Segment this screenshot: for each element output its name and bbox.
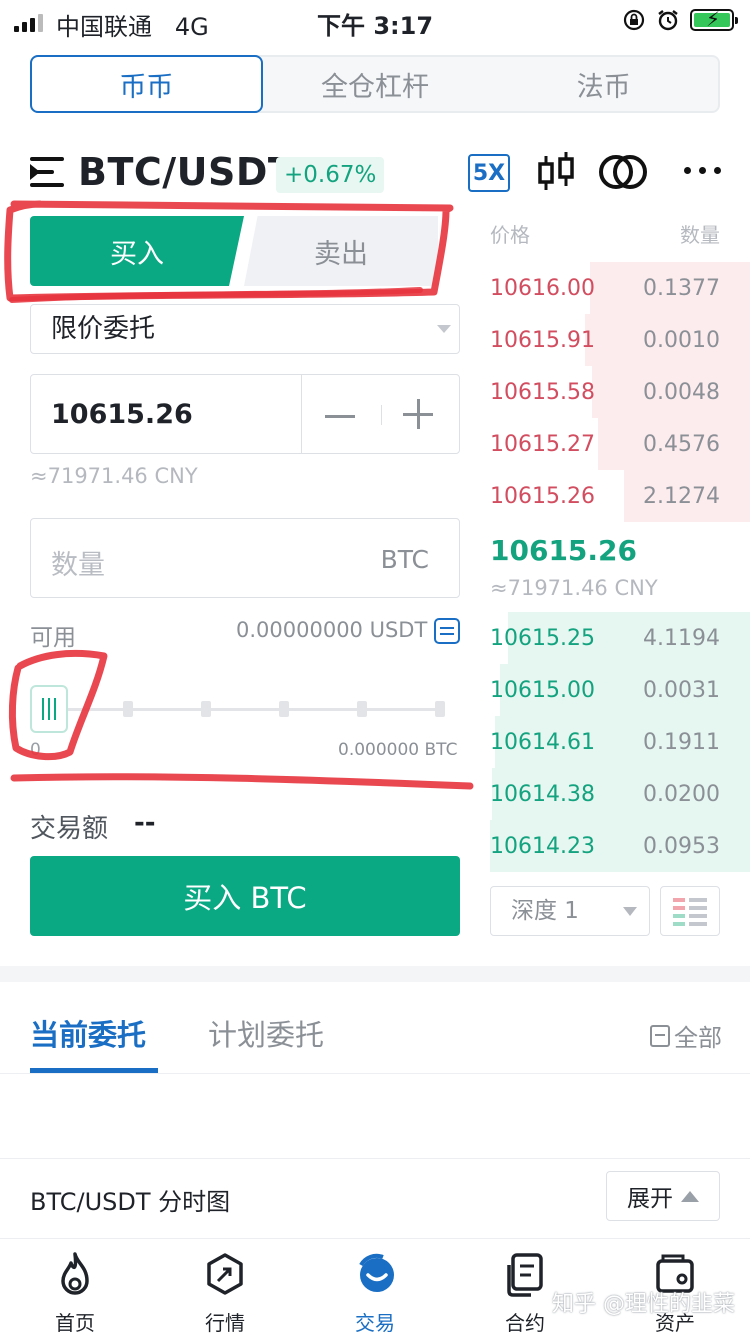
bid-row[interactable]: 10614.23 0.0953 xyxy=(490,820,750,872)
ask-row[interactable]: 10616.00 0.1377 xyxy=(490,262,750,314)
status-bar: 中国联通 4G 下午 3:17 ⚡ xyxy=(0,0,750,42)
trade-amount-label: 交易额 xyxy=(30,814,109,844)
bid-row[interactable]: 10614.38 0.0200 xyxy=(490,768,750,820)
bid-row[interactable]: 10614.61 0.1911 xyxy=(490,716,750,768)
market-icon xyxy=(207,1253,243,1295)
chevron-up-icon xyxy=(681,1190,699,1202)
trade-icon xyxy=(359,1253,394,1292)
nav-home[interactable]: 首页 xyxy=(0,1239,150,1334)
tab-fiat[interactable]: 法币 xyxy=(489,57,718,111)
price-input[interactable]: 10615.26 xyxy=(30,374,460,454)
transfer-icon[interactable] xyxy=(434,618,460,644)
nav-trade[interactable]: 交易 xyxy=(300,1239,450,1334)
plus-icon[interactable] xyxy=(403,399,433,429)
pair-title[interactable]: BTC/USDT xyxy=(78,150,294,194)
bid-row[interactable]: 10615.00 0.0031 xyxy=(490,664,750,716)
flame-icon xyxy=(61,1252,89,1295)
available-label: 可用 xyxy=(30,625,76,651)
ask-row[interactable]: 10615.58 0.0048 xyxy=(490,366,750,418)
slider-stop[interactable] xyxy=(123,701,133,717)
nav-market[interactable]: 行情 xyxy=(150,1239,300,1334)
orderbook-layout-icon[interactable] xyxy=(660,886,720,936)
sell-tab[interactable]: 卖出 xyxy=(244,216,438,286)
ask-row[interactable]: 10615.26 2.1274 xyxy=(490,470,750,522)
ask-row[interactable]: 10615.91 0.0010 xyxy=(490,314,750,366)
orderbook-price-header: 价格 xyxy=(490,223,530,247)
all-orders-button[interactable]: 全部 xyxy=(650,1018,722,1053)
chart-panel-title: BTC/USDT 分时图 xyxy=(30,1188,231,1216)
document-icon xyxy=(650,1024,670,1047)
tab-spot[interactable]: 币币 xyxy=(30,55,263,113)
slider-stop[interactable] xyxy=(435,701,445,717)
slider-stop[interactable] xyxy=(279,701,289,717)
amount-slider-track[interactable] xyxy=(60,708,440,711)
depth-select[interactable]: 深度 1 xyxy=(490,886,650,936)
more-icon[interactable] xyxy=(684,167,721,174)
slider-handle[interactable] xyxy=(30,685,68,733)
tab-plan-orders[interactable]: 计划委托 xyxy=(208,1012,324,1054)
price-value: 10615.26 xyxy=(51,399,193,430)
buy-btc-button[interactable]: 买入 BTC xyxy=(30,856,460,936)
orderbook-qty-header: 数量 xyxy=(680,223,720,247)
order-type-select[interactable]: 限价委托 xyxy=(30,304,460,354)
alarm-icon xyxy=(658,10,678,31)
tab-current-orders[interactable]: 当前委托 xyxy=(30,1012,146,1054)
contract-icon xyxy=(507,1253,543,1297)
chevron-down-icon xyxy=(623,907,637,916)
divider xyxy=(0,1073,750,1074)
ask-row[interactable]: 10615.27 0.4576 xyxy=(490,418,750,470)
slider-stop[interactable] xyxy=(201,701,211,717)
battery-icon: ⚡ xyxy=(690,7,738,31)
watermark: 知乎 @理性的韭菜 xyxy=(552,1292,735,1317)
buy-sell-toggle: 买入 卖出 xyxy=(30,216,438,286)
quantity-input[interactable]: 数量 BTC xyxy=(30,518,460,598)
rotation-lock-icon xyxy=(623,9,645,31)
bid-row[interactable]: 10615.25 4.1194 xyxy=(490,612,750,664)
expand-chart-button[interactable]: 展开 xyxy=(606,1171,720,1221)
pair-menu-icon[interactable] xyxy=(30,157,64,187)
quantity-placeholder: 数量 xyxy=(51,550,105,581)
minus-icon[interactable] xyxy=(325,415,355,418)
chevron-down-icon xyxy=(437,325,451,333)
trade-amount-value: -- xyxy=(134,808,156,838)
section-divider xyxy=(0,966,750,982)
slider-stop[interactable] xyxy=(357,701,367,717)
price-change-badge: +0.67% xyxy=(276,157,385,193)
quantity-unit: BTC xyxy=(380,545,429,574)
contract-switch-icon[interactable] xyxy=(598,152,648,192)
annotation-underline-stroke xyxy=(10,773,474,790)
slider-min-label: 0 xyxy=(30,740,41,760)
leverage-button[interactable]: 5X xyxy=(468,154,510,192)
available-value: 0.00000000 USDT xyxy=(236,618,428,642)
last-price: 10615.26 xyxy=(490,534,638,567)
price-cny-hint: ≈71971.46 CNY xyxy=(30,464,198,488)
buy-tab[interactable]: 买入 xyxy=(30,216,244,286)
annotation-box-stroke xyxy=(9,287,423,303)
slider-max-label: 0.000000 BTC xyxy=(338,740,458,760)
tab-cross-margin[interactable]: 全仓杠杆 xyxy=(261,57,490,111)
trade-mode-tabs: 币币 全仓杠杆 法币 xyxy=(30,55,720,113)
candlestick-icon[interactable] xyxy=(536,150,576,194)
last-price-cny: ≈71971.46 CNY xyxy=(490,576,658,600)
